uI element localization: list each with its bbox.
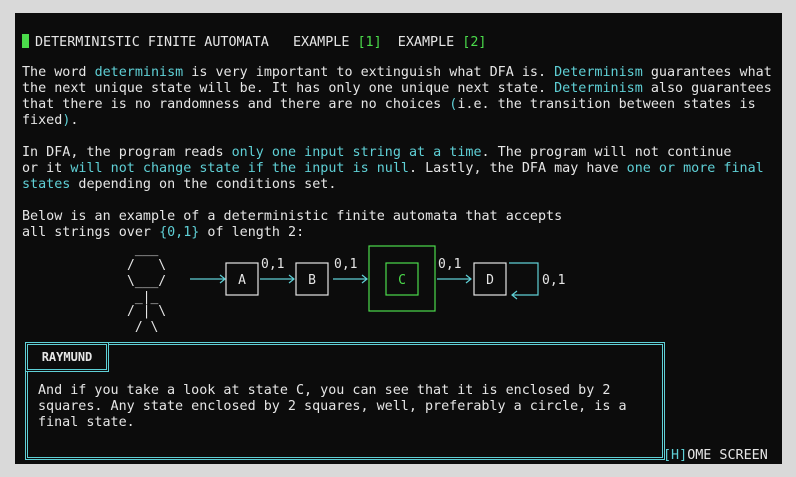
stick-figure-line-2: / \ bbox=[127, 258, 166, 273]
state-b-label: B bbox=[308, 273, 316, 288]
home-screen-link[interactable]: [H]OME SCREEN bbox=[663, 448, 768, 464]
stick-figure-line-3: \___/ bbox=[127, 274, 166, 289]
transition-label-b-c: 0,1 bbox=[334, 257, 357, 272]
transition-label-c-d: 0,1 bbox=[438, 257, 461, 272]
transition-label-d-d: 0,1 bbox=[542, 273, 565, 288]
self-loop-d bbox=[509, 262, 539, 296]
state-a-label: A bbox=[238, 273, 246, 288]
state-c-label: C bbox=[398, 273, 406, 288]
state-d-label: D bbox=[486, 273, 494, 288]
stick-figure-line-4: _|_ bbox=[127, 290, 158, 305]
dfa-diagram: ___ / \ \___/ _|_ / | \ / \ A B C D 0,1 … bbox=[127, 242, 565, 335]
stick-figure-line-5: / | \ bbox=[127, 304, 166, 319]
speaker-name: RAYMUND bbox=[25, 342, 109, 372]
transition-label-a-b: 0,1 bbox=[261, 257, 284, 272]
stick-figure-line-1: ___ bbox=[127, 242, 158, 257]
game-screen: DETERMINISTIC FINITE AUTOMATA EXAMPLE [1… bbox=[15, 13, 782, 464]
dialog-text: And if you take a look at state C, you c… bbox=[38, 383, 635, 430]
stick-figure-line-6: / \ bbox=[127, 320, 158, 335]
